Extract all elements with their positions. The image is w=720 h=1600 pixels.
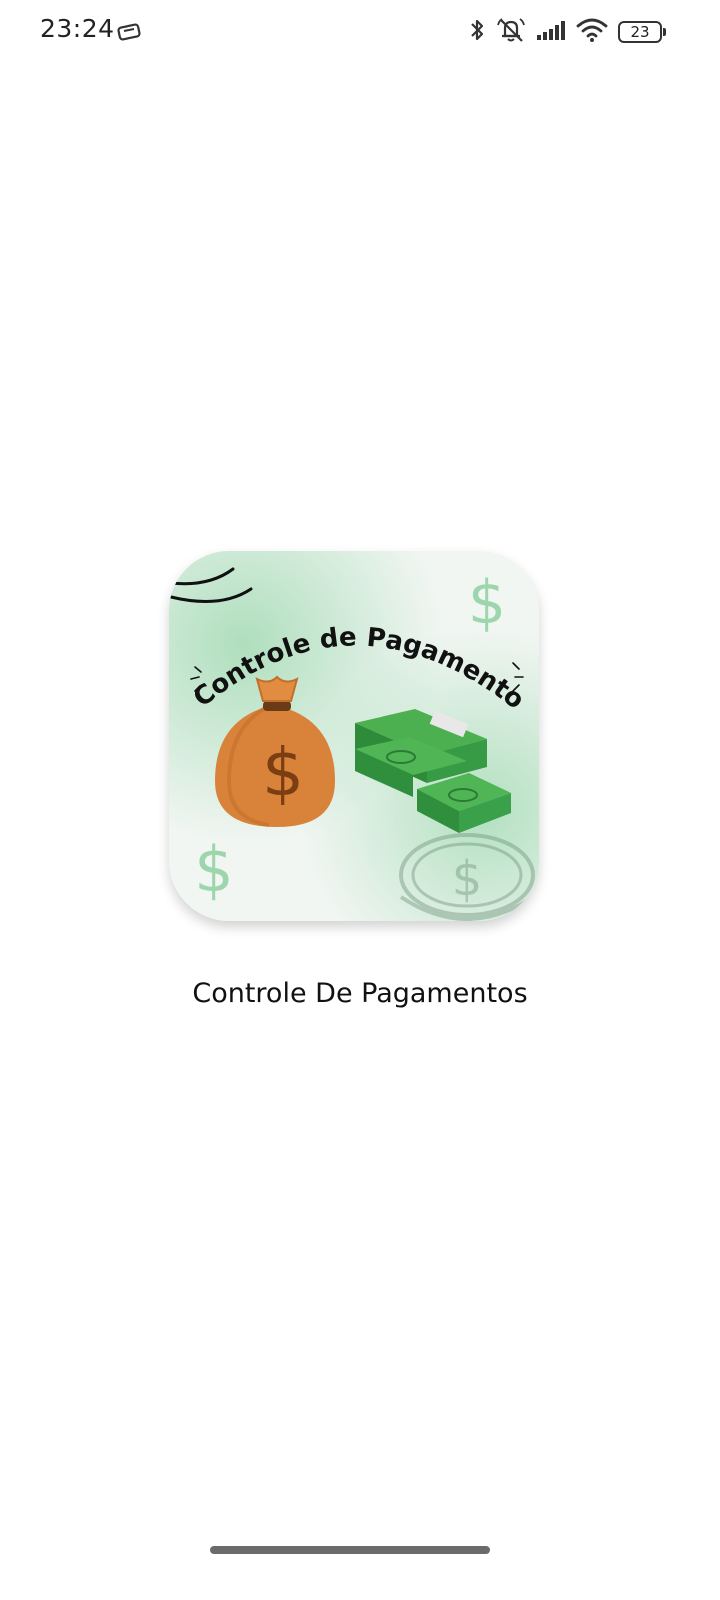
cast-icon xyxy=(116,22,142,42)
bluetooth-icon xyxy=(468,17,486,48)
battery-level: 23 xyxy=(630,23,650,41)
wifi-icon xyxy=(576,17,608,48)
dollar-sign-icon: $ xyxy=(194,833,233,906)
app-icon: $ $ $ Controle de Pagamento $ xyxy=(169,551,539,921)
svg-text:$: $ xyxy=(194,833,233,906)
mute-bell-icon xyxy=(496,16,526,49)
svg-text:$: $ xyxy=(452,851,483,907)
svg-text:$: $ xyxy=(468,568,506,638)
status-bar: 23:24 23 xyxy=(0,0,720,64)
svg-text:$: $ xyxy=(262,734,304,811)
status-icons: 23 xyxy=(468,16,666,49)
battery-icon: 23 xyxy=(618,21,666,43)
home-indicator[interactable] xyxy=(210,1546,490,1554)
dollar-sign-icon: $ xyxy=(468,568,506,638)
status-time: 23:24 xyxy=(40,14,115,43)
app-name: Controle De Pagamentos xyxy=(192,978,528,1009)
splash-screen: 23:24 23 $ $ $ Controle de Pagamento $ C… xyxy=(0,0,720,1600)
signal-icon xyxy=(536,19,566,46)
